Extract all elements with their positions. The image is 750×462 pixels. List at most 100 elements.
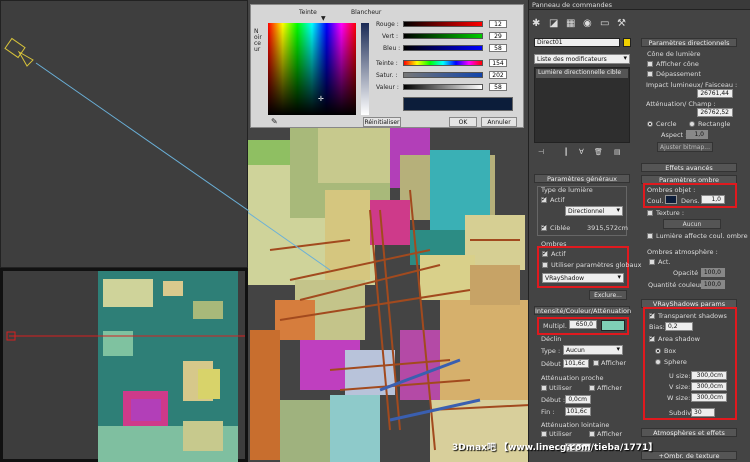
- green-value[interactable]: 29: [489, 32, 507, 40]
- near-show-label: Afficher: [597, 384, 623, 392]
- near-show-checkbox[interactable]: [589, 385, 595, 391]
- hue-saturation-field[interactable]: ✛: [268, 23, 356, 115]
- object-name-field[interactable]: Direct01: [534, 38, 620, 47]
- modify-tab-icon[interactable]: ◪: [549, 18, 558, 29]
- u-size-spinner[interactable]: 300,0cm: [691, 371, 727, 380]
- far-show-label: Afficher: [597, 430, 623, 438]
- light-affects-label: Lumière affecte coul. ombre: [656, 232, 748, 240]
- shadow-map-button[interactable]: Aucun: [663, 219, 721, 229]
- front-viewport[interactable]: [0, 268, 248, 462]
- pin-stack-icon[interactable]: ⊣: [538, 148, 544, 156]
- near-use-checkbox[interactable]: [541, 385, 547, 391]
- near-end-spinner[interactable]: 101,6c: [565, 407, 591, 416]
- modifier-list-dropdown[interactable]: Liste des modificateurs: [534, 54, 630, 64]
- intensity-header[interactable]: Intensité/Couleur/Atténuation: [534, 306, 631, 315]
- reset-button[interactable]: Réinitialiser: [363, 117, 401, 127]
- utilities-tab-icon[interactable]: ⚒: [617, 18, 626, 29]
- light-color-swatch[interactable]: [601, 320, 625, 331]
- shadows-on-checkbox[interactable]: [542, 249, 548, 257]
- decay-start-spinner[interactable]: 101,6c: [563, 359, 589, 368]
- targeted-checkbox[interactable]: [541, 223, 547, 231]
- advanced-effects-header[interactable]: Effets avancés: [641, 163, 737, 172]
- red-value[interactable]: 12: [489, 20, 507, 28]
- color-amount-spinner[interactable]: 100,0: [701, 280, 725, 289]
- display-tab-icon[interactable]: ▭: [600, 18, 609, 29]
- light-affects-checkbox[interactable]: [647, 233, 653, 239]
- light-type-dropdown[interactable]: Directionnel: [565, 206, 623, 216]
- value-value[interactable]: 58: [489, 83, 507, 91]
- aspect-spinner[interactable]: 1,0: [686, 130, 708, 139]
- w-size-spinner[interactable]: 300,0cm: [691, 393, 727, 402]
- red-label: Rouge :: [376, 21, 399, 28]
- stack-item[interactable]: Lumière directionnelle cible: [536, 69, 628, 78]
- shadow-color-swatch[interactable]: [665, 195, 677, 204]
- green-slider[interactable]: [403, 33, 483, 39]
- motion-tab-icon[interactable]: ◉: [583, 18, 592, 29]
- configure-sets-icon[interactable]: ▤: [614, 148, 621, 156]
- v-size-spinner[interactable]: 300,0cm: [691, 382, 727, 391]
- value-slider[interactable]: [403, 84, 483, 90]
- remove-modifier-icon[interactable]: 🗑: [594, 148, 603, 156]
- shadows-on-label: Actif: [551, 250, 566, 258]
- transparent-shadows-label: Transparent shadows: [658, 312, 727, 320]
- circle-radio[interactable]: [647, 121, 653, 127]
- decay-start-label: Début :: [541, 360, 566, 368]
- shadow-type-dropdown[interactable]: VRayShadow: [542, 273, 624, 283]
- shadow-texture-checkbox[interactable]: [647, 210, 653, 216]
- atmos-act-checkbox[interactable]: [649, 259, 655, 265]
- create-tab-icon[interactable]: ✱: [532, 18, 540, 29]
- falloff-spinner[interactable]: 26762,52: [697, 108, 733, 117]
- hotspot-spinner[interactable]: 26761,44: [697, 89, 733, 98]
- blue-slider[interactable]: [403, 45, 483, 51]
- far-show-checkbox[interactable]: [589, 431, 595, 437]
- directional-params-header[interactable]: Paramètres directionnels: [641, 38, 737, 47]
- general-params-header[interactable]: Paramètres généraux: [534, 174, 630, 183]
- saturation-label: Satur. :: [376, 72, 398, 79]
- near-start-spinner[interactable]: 0,0cm: [565, 395, 591, 404]
- saturation-slider[interactable]: [403, 72, 483, 78]
- bias-spinner[interactable]: 0,2: [665, 322, 693, 331]
- rectangle-radio[interactable]: [689, 121, 695, 127]
- sphere-radio[interactable]: [655, 359, 661, 365]
- box-radio[interactable]: [655, 348, 661, 354]
- exclude-button[interactable]: Exclure...: [589, 290, 627, 300]
- hierarchy-tab-icon[interactable]: ▦: [566, 18, 575, 29]
- red-slider[interactable]: [403, 21, 483, 27]
- eyedropper-icon[interactable]: ✎: [271, 117, 278, 126]
- bitmap-fit-button[interactable]: Ajuster bitmap...: [657, 142, 713, 152]
- show-cone-label: Afficher cône: [656, 60, 699, 68]
- opacity-label: Opacité :: [673, 269, 703, 277]
- cancel-button[interactable]: Annuler: [481, 117, 517, 127]
- hue-value[interactable]: 154: [489, 59, 507, 67]
- subdivs-spinner[interactable]: 30: [691, 408, 715, 417]
- show-end-result-icon[interactable]: ┃: [564, 148, 568, 156]
- show-cone-checkbox[interactable]: [647, 61, 653, 67]
- opacity-spinner[interactable]: 100,0: [701, 268, 725, 277]
- object-color-swatch[interactable]: [623, 38, 631, 47]
- saturation-value[interactable]: 202: [489, 71, 507, 79]
- blue-value[interactable]: 58: [489, 44, 507, 52]
- whiteness-bar[interactable]: [361, 23, 369, 115]
- decay-show-checkbox[interactable]: [593, 360, 599, 366]
- panel-tabs: ✱ ◪ ▦ ◉ ▭ ⚒: [532, 18, 632, 32]
- overshoot-checkbox[interactable]: [647, 71, 653, 77]
- make-unique-icon[interactable]: ∀: [579, 148, 584, 156]
- picker-crosshair-icon[interactable]: ✛: [318, 95, 324, 103]
- object-shadows-label: Ombres objet :: [647, 186, 696, 194]
- hue-marker-icon[interactable]: ▼: [321, 15, 326, 22]
- multiplier-spinner[interactable]: 650,0: [569, 320, 597, 329]
- ok-button[interactable]: OK: [449, 117, 477, 127]
- light-on-checkbox[interactable]: [541, 195, 547, 203]
- use-global-checkbox[interactable]: [542, 262, 548, 268]
- falloff-label: Atténuation/ Champ :: [646, 100, 716, 108]
- atmos-effects-header[interactable]: Atmosphères et effets: [641, 428, 737, 437]
- transparent-shadows-checkbox[interactable]: [649, 311, 655, 319]
- current-color-swatch: [403, 97, 513, 111]
- hue-slider[interactable]: [403, 60, 483, 66]
- multiplier-label: Multipl. :: [543, 322, 572, 330]
- far-use-checkbox[interactable]: [541, 431, 547, 437]
- top-viewport[interactable]: [0, 0, 249, 268]
- density-spinner[interactable]: 1,0: [701, 195, 725, 204]
- area-shadow-checkbox[interactable]: [649, 334, 655, 342]
- decay-type-dropdown[interactable]: Aucun: [563, 345, 623, 355]
